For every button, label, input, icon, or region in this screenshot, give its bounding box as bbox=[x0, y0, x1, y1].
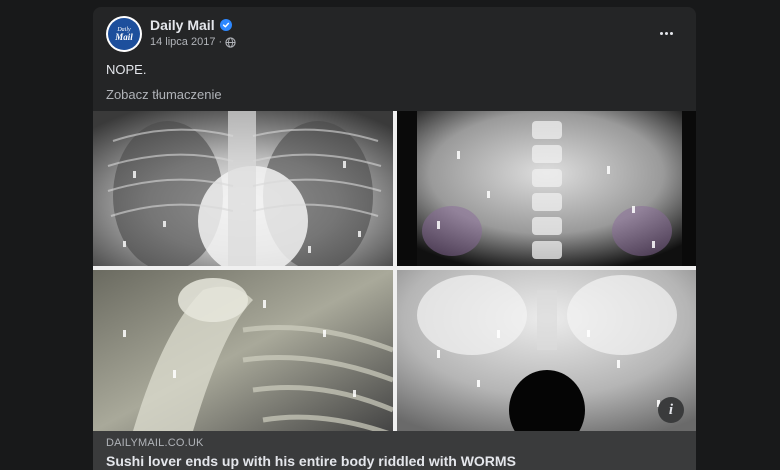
daily-mail-logo: Daily Mail bbox=[108, 18, 140, 50]
pelvis-xray-image[interactable] bbox=[397, 270, 696, 431]
verified-badge-icon bbox=[219, 19, 232, 31]
more-options-icon[interactable] bbox=[656, 23, 676, 43]
post-text: NOPE. bbox=[106, 62, 147, 77]
link-domain: DAILYMAIL.CO.UK bbox=[106, 437, 204, 449]
post-date[interactable]: 14 lipca 2017 bbox=[150, 36, 215, 48]
shoulder-xray-image[interactable] bbox=[93, 270, 393, 431]
info-icon[interactable]: i bbox=[658, 397, 684, 423]
abdomen-xray-image[interactable] bbox=[397, 111, 696, 266]
image-grid[interactable]: i bbox=[93, 111, 696, 431]
link-preview[interactable]: DAILYMAIL.CO.UK Sushi lover ends up with… bbox=[93, 431, 696, 470]
post-header: Daily Mail Daily Mail 14 lipca 2017 · bbox=[93, 7, 696, 63]
see-translation-link[interactable]: Zobacz tłumaczenie bbox=[106, 87, 222, 102]
post-card: Daily Mail Daily Mail 14 lipca 2017 · NO… bbox=[93, 7, 696, 470]
page-name[interactable]: Daily Mail bbox=[150, 17, 215, 33]
link-title[interactable]: Sushi lover ends up with his entire body… bbox=[106, 453, 516, 469]
avatar-line2: Mail bbox=[115, 31, 133, 42]
meta-separator: · bbox=[218, 36, 223, 48]
avatar[interactable]: Daily Mail bbox=[106, 16, 142, 52]
globe-icon[interactable] bbox=[225, 36, 236, 48]
post-meta: 14 lipca 2017 · bbox=[150, 36, 236, 48]
page-name-row: Daily Mail bbox=[150, 17, 232, 33]
chest-xray-image[interactable] bbox=[93, 111, 393, 266]
